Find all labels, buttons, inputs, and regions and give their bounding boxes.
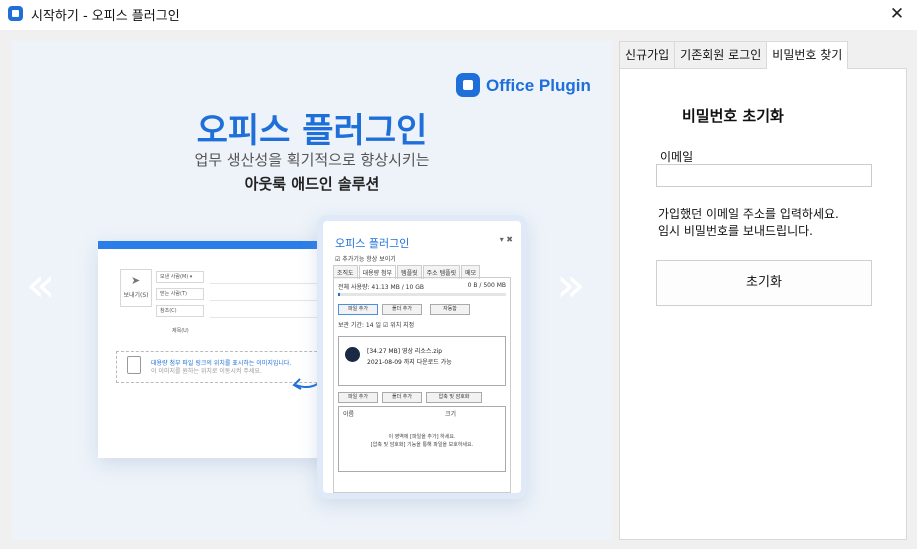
usage-bar [338, 293, 506, 296]
usage-label: 전체 사용량: 41.13 MB / 10 GB [338, 284, 424, 291]
promo-title: 오피스 플러그인 [196, 111, 428, 151]
email-field[interactable] [656, 164, 872, 187]
help-text: 임시 비밀번호를 보내드립니다. [658, 224, 813, 238]
file-expiry: 2021-08-09 까지 다운로드 가능 [367, 359, 452, 366]
placeholder-line2: 이 이미지를 원하는 위치로 이동시켜 주세요. [151, 368, 262, 375]
panel-controls-icon: ▾ ✖ [499, 235, 513, 244]
tab-find-password[interactable]: 비밀번호 찾기 [766, 41, 849, 69]
subject-illustration: 제목(U) [172, 328, 189, 334]
empty-hint: 이 영역에 [파일을 추가] 하세요. [388, 434, 456, 440]
add-folder-illustration: 폴더 추가 [382, 304, 422, 315]
account-tabs: 신규가입 기존회원 로그인 비밀번호 찾기 [619, 41, 849, 69]
empty-hint: [압축 및 암호화] 기능을 통해 파일을 보호하세요. [370, 442, 474, 448]
list-header-size: 크기 [445, 411, 457, 418]
send-illustration: 보내기(S) [120, 269, 152, 307]
add-folder-illustration: 폴더 추가 [382, 392, 422, 403]
logo-text: Office Plugin [486, 76, 591, 95]
zip-file-icon [345, 347, 360, 362]
title-bar: 시작하기 - 오피스 플러그인 ✕ [0, 0, 917, 30]
retention-label: 보관 기간: 14 일 ☑ 위치 지정 [338, 322, 415, 329]
file-name: [34.27 MB] 영상 리소스.zip [367, 348, 443, 355]
usage-right: 0 B / 500 MB [467, 282, 506, 289]
plugin-panel-title: 오피스 플러그인 [335, 237, 410, 250]
add-file-illustration: 파일 추가 [338, 392, 378, 403]
plugin-panel-illustration: 오피스 플러그인 ▾ ✖ 추가기능 항상 보이기 조직도 대용량 첨부 템플릿 … [317, 215, 527, 499]
app-logo-icon [8, 6, 23, 21]
add-file-illustration: 파일 추가 [338, 304, 378, 315]
attached-file-item: [34.27 MB] 영상 리소스.zip 2021-08-09 까지 다운로드… [338, 336, 506, 386]
zip-encrypt-illustration: 압축 및 암호화 [426, 392, 482, 403]
file-list-illustration: 이름 크기 이 영역에 [파일을 추가] 하세요. [압축 및 암호화] 기능을… [338, 406, 506, 472]
promo-tagline: 아웃룩 애드인 솔루션 [244, 175, 380, 193]
tab-login[interactable]: 기존회원 로그인 [674, 41, 768, 68]
always-show-checkbox: 추가기능 항상 보이기 [335, 254, 396, 263]
next-slide-icon[interactable]: » [556, 261, 585, 309]
vault-illustration: 자동함 [430, 304, 470, 315]
promo-subtitle: 업무 생산성을 획기적으로 향상시키는 [194, 151, 430, 169]
password-reset-panel: 비밀번호 초기화 이메일 가입했던 이메일 주소를 입력하세요. 임시 비밀번호… [619, 68, 907, 540]
attachment-icon [127, 356, 141, 374]
tab-signup[interactable]: 신규가입 [619, 41, 676, 68]
cc-field-illustration: 참조(C) [156, 305, 204, 317]
email-label: 이메일 [660, 150, 694, 164]
from-field-illustration: 보낸 사람(M) ▾ [156, 271, 204, 283]
plugin-tab-body: 전체 사용량: 41.13 MB / 10 GB 0 B / 500 MB 파일… [333, 277, 511, 493]
reset-button[interactable]: 초기화 [656, 260, 872, 306]
to-field-illustration: 받는 사람(T) [156, 288, 204, 300]
close-button[interactable]: ✕ [885, 3, 909, 27]
list-header-name: 이름 [343, 411, 355, 418]
form-title: 비밀번호 초기화 [682, 107, 784, 125]
promo-panel: Office Plugin 오피스 플러그인 업무 생산성을 획기적으로 향상시… [12, 41, 612, 540]
office-plugin-logo-icon [456, 73, 480, 97]
help-text: 가입했던 이메일 주소를 입력하세요. [658, 207, 839, 221]
usage-bar-fill [338, 293, 340, 296]
prev-slide-icon[interactable]: « [26, 261, 55, 309]
window-title: 시작하기 - 오피스 플러그인 [31, 9, 180, 24]
